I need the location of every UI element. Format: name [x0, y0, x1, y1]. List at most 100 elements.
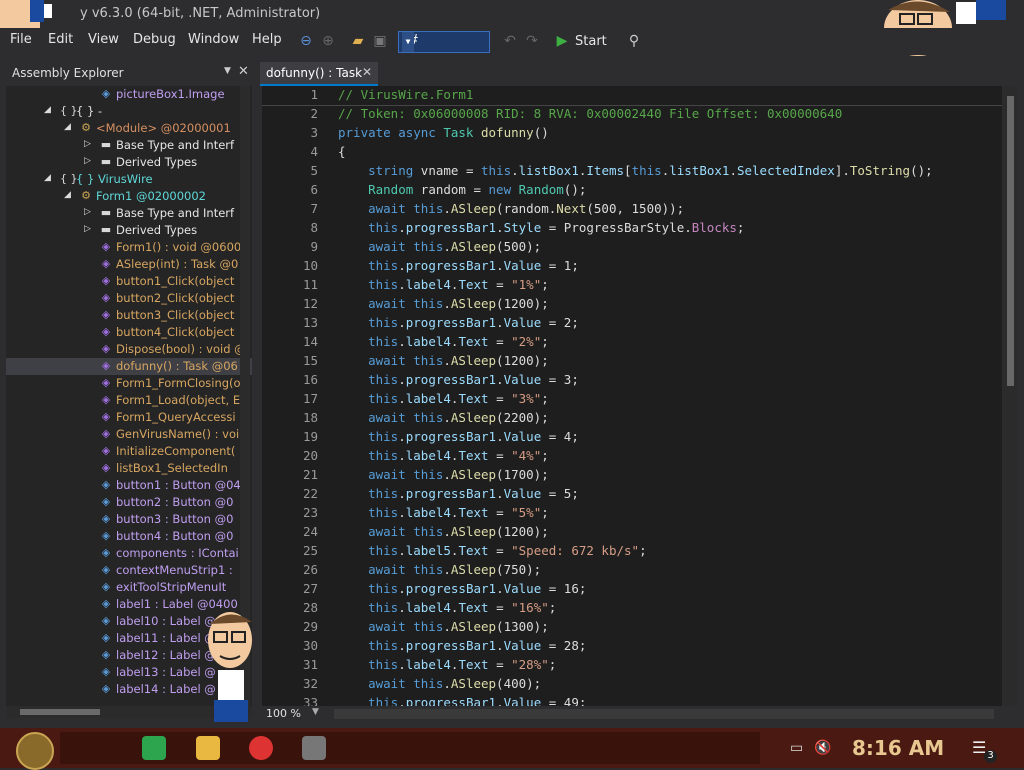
code-line[interactable]: 25 this.label5.Text = "Speed: 672 kb/s"; — [262, 542, 1002, 561]
start-button[interactable]: Start — [575, 34, 607, 49]
undo-icon[interactable]: ↶ — [500, 31, 520, 51]
expand-icon[interactable]: ▷ — [84, 224, 91, 234]
network-icon[interactable]: ▭ — [790, 740, 803, 756]
tree-item[interactable]: ◈ Form1_Load(object, E — [6, 392, 252, 409]
clock[interactable]: 8:16 AM — [852, 736, 944, 760]
code-line[interactable]: 29 await this.ASleep(1300); — [262, 618, 1002, 637]
code-line[interactable]: 9 await this.ASleep(500); — [262, 238, 1002, 257]
save-icon[interactable]: ▣ — [370, 31, 390, 51]
tree-item[interactable]: ◈ InitializeComponent( — [6, 443, 252, 460]
tree-item[interactable]: ◈ listBox1_SelectedIn — [6, 460, 252, 477]
code-line[interactable]: 28 this.label4.Text = "16%"; — [262, 599, 1002, 618]
code-line[interactable]: 1 // VirusWire.Form1 — [262, 86, 1002, 106]
code-line[interactable]: 6 Random random = new Random(); — [262, 181, 1002, 200]
code-line[interactable]: 4{ — [262, 143, 1002, 162]
close-icon[interactable]: ✕ — [238, 64, 249, 79]
expand-icon[interactable]: ▷ — [84, 207, 91, 217]
tree-item[interactable]: ◈ button3 : Button @0 — [6, 511, 252, 528]
code-editor[interactable]: 1 // VirusWire.Form1 2 // Token: 0x06000008… — [262, 86, 1002, 706]
code-line[interactable]: 10 this.progressBar1.Value = 1; — [262, 257, 1002, 276]
code-line[interactable]: 12 await this.ASleep(1200); — [262, 295, 1002, 314]
menu-window[interactable]: Window — [188, 32, 239, 47]
tree-item[interactable]: ◈ ASleep(int) : Task @0 — [6, 256, 252, 273]
menu-help[interactable]: Help — [252, 32, 282, 47]
code-line[interactable]: 30 this.progressBar1.Value = 28; — [262, 637, 1002, 656]
editor-vertical-scrollbar[interactable] — [1003, 86, 1018, 706]
code-line[interactable]: 26 await this.ASleep(750); — [262, 561, 1002, 580]
tree-item[interactable]: ◈ Dispose(bool) : void @ — [6, 341, 252, 358]
tree-item[interactable]: ◢ { }{ } - — [6, 103, 252, 120]
code-line[interactable]: 22 this.progressBar1.Value = 5; — [262, 485, 1002, 504]
code-line[interactable]: 17 this.label4.Text = "3%"; — [262, 390, 1002, 409]
code-line[interactable]: 19 this.progressBar1.Value = 4; — [262, 428, 1002, 447]
menu-view[interactable]: View — [88, 32, 119, 47]
tree-item[interactable]: ◈ contextMenuStrip1 : — [6, 562, 252, 579]
code-line[interactable]: 13 this.progressBar1.Value = 2; — [262, 314, 1002, 333]
task-view-icon[interactable] — [302, 736, 326, 760]
volume-muted-icon[interactable]: 🔇 — [814, 740, 831, 756]
tree-item[interactable]: ◈ button3_Click(object — [6, 307, 252, 324]
code-line[interactable]: 33 this.progressBar1.Value = 49; — [262, 694, 1002, 706]
chrome-icon[interactable] — [249, 736, 273, 760]
scroll-thumb[interactable] — [1007, 96, 1014, 386]
tree-item[interactable]: ▷ ▬ Base Type and Interf — [6, 205, 252, 222]
menu-file[interactable]: File — [10, 32, 32, 47]
code-line[interactable]: 18 await this.ASleep(2200); — [262, 409, 1002, 428]
code-line[interactable]: 5 string vname = this.listBox1.Items[thi… — [262, 162, 1002, 181]
code-line[interactable]: 11 this.label4.Text = "1%"; — [262, 276, 1002, 295]
tree-item[interactable]: ◈ GenVirusName() : voi — [6, 426, 252, 443]
code-line[interactable]: 15 await this.ASleep(1200); — [262, 352, 1002, 371]
code-line[interactable]: 20 this.label4.Text = "4%"; — [262, 447, 1002, 466]
start-play-icon[interactable]: ▶ — [552, 31, 572, 51]
code-line[interactable]: 31 this.label4.Text = "28%"; — [262, 656, 1002, 675]
tree-item[interactable]: ◈ Form1() : void @0600 — [6, 239, 252, 256]
dropdown-icon[interactable]: ▼ — [224, 66, 231, 76]
tree-item[interactable]: ◢ ⚙ Form1 @02000002 — [6, 188, 252, 205]
search-icon[interactable]: ⚲ — [624, 31, 644, 51]
notes-app-icon[interactable] — [142, 736, 166, 760]
tree-item[interactable]: ◢ ⚙ <Module> @02000001 — [6, 120, 252, 137]
code-line[interactable]: 16 this.progressBar1.Value = 3; — [262, 371, 1002, 390]
expand-icon[interactable]: ▷ — [84, 156, 91, 166]
forward-icon[interactable]: ⊕ — [318, 31, 338, 51]
tree-item[interactable]: ◈ Form1_QueryAccessi — [6, 409, 252, 426]
code-line[interactable]: 7 await this.ASleep(random.Next(500, 150… — [262, 200, 1002, 219]
code-line[interactable]: 32 await this.ASleep(400); — [262, 675, 1002, 694]
menu-edit[interactable]: Edit — [48, 32, 73, 47]
tree-item[interactable]: ◈ exitToolStripMenuIt — [6, 579, 252, 596]
zoom-level[interactable]: 100 % — [266, 707, 301, 720]
code-line[interactable]: 3 private async Task dofunny() — [262, 124, 1002, 143]
collapse-icon[interactable]: ◢ — [44, 105, 51, 115]
code-line[interactable]: 14 this.label4.Text = "2%"; — [262, 333, 1002, 352]
tree-item[interactable]: ▷ ▬ Derived Types — [6, 222, 252, 239]
redo-icon[interactable]: ↷ — [522, 31, 542, 51]
code-line[interactable]: 2 // Token: 0x06000008 RID: 8 RVA: 0x0000… — [262, 105, 1002, 124]
code-line[interactable]: 23 this.label4.Text = "5%"; — [262, 504, 1002, 523]
code-line[interactable]: 24 await this.ASleep(1200); — [262, 523, 1002, 542]
menu-debug[interactable]: Debug — [133, 32, 176, 47]
tree-item[interactable]: ◈ pictureBox1.Image — [6, 86, 252, 103]
open-folder-icon[interactable]: ▰ — [348, 31, 368, 51]
tree-item[interactable]: ◢ { }{ } VirusWire — [6, 171, 252, 188]
code-line[interactable]: 27 this.progressBar1.Value = 16; — [262, 580, 1002, 599]
tree-item[interactable]: ◈ button4 : Button @0 — [6, 528, 252, 545]
tree-item[interactable]: ▷ ▬ Base Type and Interf — [6, 137, 252, 154]
tree-item[interactable]: ◈ components : IContai — [6, 545, 252, 562]
collapse-icon[interactable]: ◢ — [64, 122, 71, 132]
tree-item[interactable]: ◈ Form1_FormClosing(o — [6, 375, 252, 392]
tab-dofunny[interactable]: dofunny() : Task ✕ — [260, 62, 378, 86]
file-explorer-icon[interactable] — [196, 736, 220, 760]
collapse-icon[interactable]: ◢ — [44, 173, 51, 183]
start-menu-icon[interactable] — [16, 732, 54, 770]
expand-icon[interactable]: ▷ — [84, 139, 91, 149]
language-select[interactable]: C# ▼ — [398, 31, 490, 53]
back-icon[interactable]: ⊖ — [296, 31, 316, 51]
tree-item[interactable]: ◈ button1 : Button @04 — [6, 477, 252, 494]
code-line[interactable]: 21 await this.ASleep(1700); — [262, 466, 1002, 485]
tree-item[interactable]: ◈ button2 : Button @0 — [6, 494, 252, 511]
tree-item[interactable]: ◈ button4_Click(object — [6, 324, 252, 341]
collapse-icon[interactable]: ◢ — [64, 190, 71, 200]
tree-item[interactable]: ◈ dofunny() : Task @06 — [6, 358, 252, 375]
close-icon[interactable]: ✕ — [362, 65, 372, 79]
tree-item[interactable]: ◈ button1_Click(object — [6, 273, 252, 290]
